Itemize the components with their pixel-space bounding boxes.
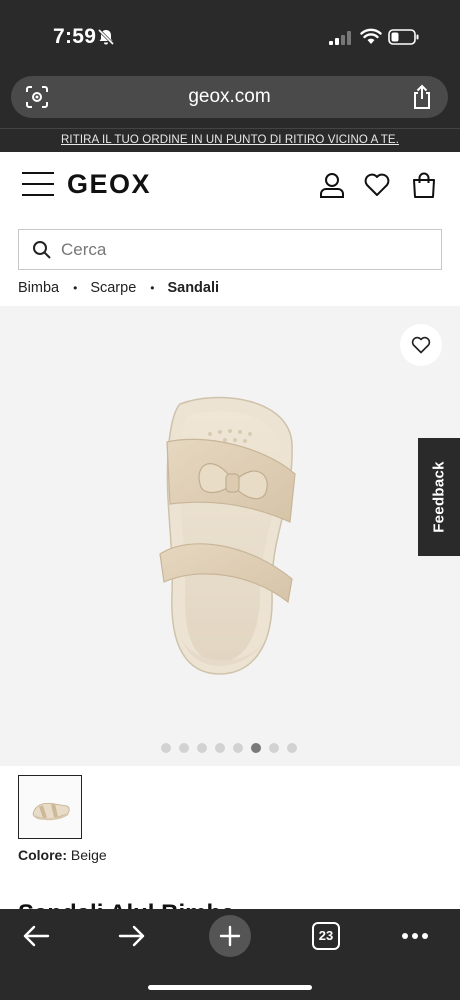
breadcrumb-separator: • xyxy=(150,281,155,295)
colour-info: Colore: Beige xyxy=(18,847,107,863)
battery-icon xyxy=(388,29,419,45)
tabs-button[interactable]: 23 xyxy=(312,922,340,950)
forward-button[interactable] xyxy=(112,921,152,951)
gallery-dot[interactable] xyxy=(161,743,171,753)
product-image xyxy=(159,396,296,675)
share-icon[interactable] xyxy=(411,84,433,110)
gallery-pagination[interactable] xyxy=(161,743,297,753)
gallery-dot[interactable] xyxy=(197,743,207,753)
breadcrumb-separator: • xyxy=(73,281,78,295)
wifi-icon xyxy=(360,28,382,44)
promo-banner[interactable]: RITIRA IL TUO ORDINE IN UN PUNTO DI RITI… xyxy=(0,128,460,152)
breadcrumb: Bimba • Scarpe • Sandali xyxy=(18,278,219,298)
status-time: 7:59 xyxy=(53,25,97,48)
gallery-dot[interactable] xyxy=(215,743,225,753)
breadcrumb-item-scarpe[interactable]: Scarpe xyxy=(90,280,136,296)
gallery-dot[interactable] xyxy=(287,743,297,753)
back-button[interactable] xyxy=(16,921,56,951)
gallery-dot[interactable] xyxy=(179,743,189,753)
account-icon[interactable] xyxy=(318,171,346,199)
feedback-label: Feedback xyxy=(430,461,448,533)
gallery-dot[interactable] xyxy=(233,743,243,753)
more-menu-button[interactable] xyxy=(395,921,435,951)
breadcrumb-item-bimba[interactable]: Bimba xyxy=(18,280,59,296)
browser-toolbar: 23 xyxy=(0,909,460,1000)
product-thumbnail-image xyxy=(32,802,70,821)
browser-chrome: 7:59 geox.com xyxy=(0,0,460,128)
gallery-dot-active[interactable] xyxy=(251,743,261,753)
home-indicator xyxy=(148,985,312,990)
arrow-right-icon xyxy=(118,925,145,947)
wishlist-icon[interactable] xyxy=(363,171,391,199)
status-bar: 7:59 xyxy=(0,0,460,70)
signal-icon xyxy=(329,31,351,45)
search-box[interactable] xyxy=(18,229,442,270)
hamburger-menu-icon[interactable] xyxy=(22,172,54,196)
more-dots-icon xyxy=(402,933,428,939)
bell-off-icon xyxy=(97,28,115,46)
address-bar[interactable]: geox.com xyxy=(11,76,448,118)
product-gallery[interactable] xyxy=(0,306,460,766)
heart-icon xyxy=(411,336,431,354)
site-header: GEOX xyxy=(0,152,460,222)
gallery-dot[interactable] xyxy=(269,743,279,753)
arrow-left-icon xyxy=(23,925,50,947)
colour-label: Colore: xyxy=(18,847,67,863)
plus-icon xyxy=(219,925,241,947)
site-logo[interactable]: GEOX xyxy=(67,169,151,200)
new-tab-button[interactable] xyxy=(209,915,251,957)
shopping-bag-icon[interactable] xyxy=(410,171,438,199)
url-text[interactable]: geox.com xyxy=(11,86,448,108)
promo-link[interactable]: RITIRA IL TUO ORDINE IN UN PUNTO DI RITI… xyxy=(0,129,460,146)
search-icon xyxy=(33,241,51,259)
colour-swatch-beige[interactable] xyxy=(18,775,82,839)
add-to-wishlist-button[interactable] xyxy=(400,324,442,366)
breadcrumb-item-sandali: Sandali xyxy=(167,280,220,296)
feedback-button[interactable]: Feedback xyxy=(418,438,460,556)
colour-value: Beige xyxy=(70,847,107,863)
search-input[interactable] xyxy=(61,230,431,269)
